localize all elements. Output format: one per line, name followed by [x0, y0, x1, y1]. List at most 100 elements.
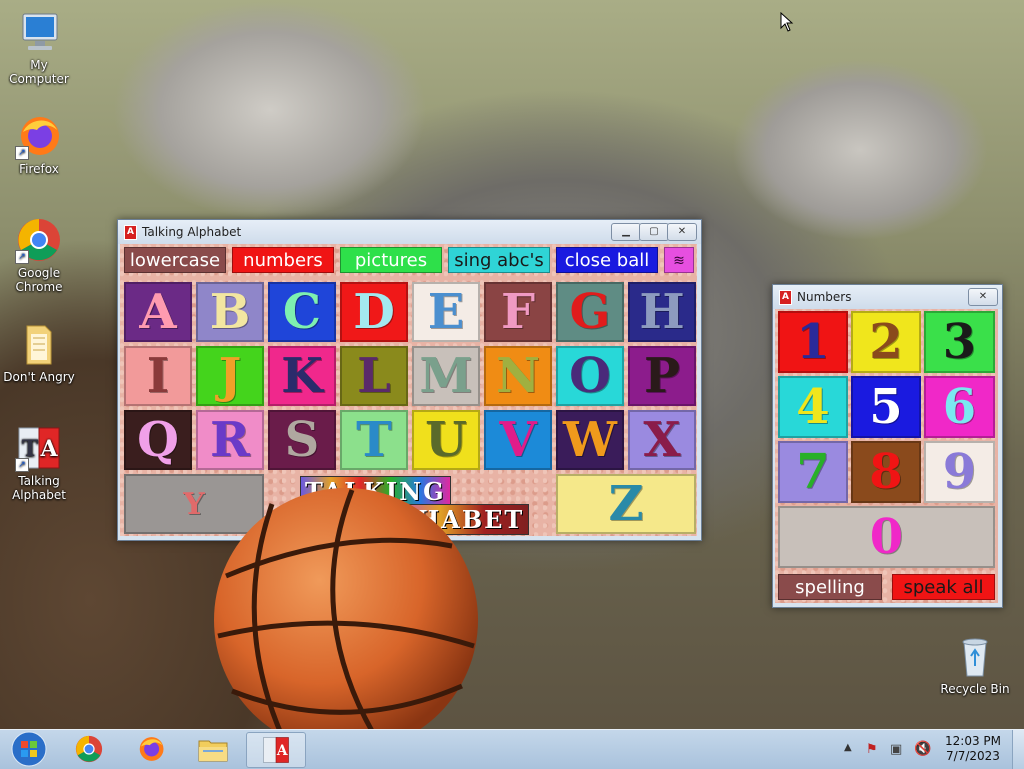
app-icon: A [779, 290, 792, 305]
letter-tile-n[interactable]: N [484, 346, 552, 406]
number-tile-9[interactable]: 9 [924, 441, 995, 503]
speak-all-button[interactable]: speak all [892, 574, 995, 600]
taskbar-firefox[interactable] [122, 732, 180, 766]
clock-time: 12:03 PM [945, 734, 1001, 748]
close-button[interactable]: ✕ [968, 288, 998, 306]
spelling-button[interactable]: spelling [778, 574, 882, 600]
window-titlebar[interactable]: A Numbers ✕ [773, 285, 1002, 309]
desktop-icon-label: Firefox [19, 162, 59, 176]
action-center-icon[interactable]: ⚑ [866, 742, 878, 757]
chrome-icon [75, 735, 103, 763]
number-tile-1[interactable]: 1 [778, 311, 848, 373]
close-ball-button[interactable]: close ball [556, 247, 658, 273]
number-tile-4[interactable]: 4 [778, 376, 848, 438]
letter-tile-v[interactable]: V [484, 410, 552, 470]
numbers-window: A Numbers ✕ 1 2 3 4 5 6 7 8 9 0 spelling… [772, 284, 1003, 608]
talking-alphabet-icon: A [263, 737, 289, 763]
desktop-icon-dont-angry[interactable]: Don't Angry [1, 320, 77, 384]
taskbar-chrome[interactable] [60, 732, 118, 766]
folder-icon [15, 320, 63, 368]
window-title: Numbers [797, 290, 852, 304]
shortcut-arrow-icon: ↗ [15, 250, 29, 264]
letter-tile-q[interactable]: Q [124, 410, 192, 470]
letter-tile-e[interactable]: E [412, 282, 480, 342]
letter-tile-u[interactable]: U [412, 410, 480, 470]
desktop-icon-label: My Computer [9, 58, 69, 86]
numbers-content: 1 2 3 4 5 6 7 8 9 0 spelling speak all [775, 309, 998, 603]
network-icon[interactable]: ▣ [890, 742, 902, 757]
number-tile-7[interactable]: 7 [778, 441, 848, 503]
desktop: My Computer ↗ Firefox ↗ Google Chrome Do… [0, 0, 1024, 768]
firefox-icon: ↗ [15, 112, 63, 160]
lowercase-button[interactable]: lowercase [124, 247, 226, 273]
shortcut-arrow-icon: ↗ [15, 146, 29, 160]
menu-wave-icon[interactable]: ≋ [664, 247, 694, 273]
letter-tile-p[interactable]: P [628, 346, 696, 406]
letter-tile-b[interactable]: B [196, 282, 264, 342]
volume-muted-icon[interactable]: 🔇 [914, 741, 931, 757]
letter-tile-i[interactable]: I [124, 346, 192, 406]
desktop-icon-firefox[interactable]: ↗ Firefox [1, 112, 77, 176]
desktop-icon-label: Google Chrome [15, 266, 63, 294]
letter-tile-o[interactable]: O [556, 346, 624, 406]
desktop-icon-label: Don't Angry [3, 370, 75, 384]
letter-tile-z[interactable]: Z [556, 474, 696, 534]
mouse-cursor-icon [780, 12, 794, 32]
taskbar: A ▲ ⚑ ▣ 🔇 12:03 PM 7/7/2023 [0, 729, 1024, 769]
firefox-icon [139, 737, 164, 761]
number-tile-6[interactable]: 6 [924, 376, 995, 438]
letter-tile-x[interactable]: X [628, 410, 696, 470]
number-tile-0[interactable]: 0 [778, 506, 995, 568]
folder-icon [198, 740, 228, 762]
close-button[interactable]: ✕ [667, 223, 697, 241]
basketball-icon [214, 488, 478, 752]
desktop-icon-label: Recycle Bin [940, 682, 1010, 696]
windows-start-icon [11, 731, 47, 767]
clock[interactable]: 12:03 PM 7/7/2023 [940, 734, 1006, 764]
talking-alphabet-icon: TA ↗ [15, 424, 63, 472]
letter-tile-j[interactable]: J [196, 346, 264, 406]
number-tile-8[interactable]: 8 [851, 441, 921, 503]
window-titlebar[interactable]: A Talking Alphabet ▁ ▢ ✕ [118, 220, 701, 244]
number-tile-2[interactable]: 2 [851, 311, 921, 373]
number-tile-5[interactable]: 5 [851, 376, 921, 438]
basketball[interactable] [212, 486, 480, 754]
letter-tile-r[interactable]: R [196, 410, 264, 470]
numbers-button[interactable]: numbers [232, 247, 334, 273]
desktop-icon-label: Talking Alphabet [12, 474, 66, 502]
svg-text:A: A [276, 743, 288, 759]
taskbar-talking-alphabet[interactable]: A [246, 732, 306, 768]
letter-tile-t[interactable]: T [340, 410, 408, 470]
desktop-icon-recycle-bin[interactable]: Recycle Bin [937, 632, 1013, 696]
show-desktop-button[interactable] [1012, 730, 1024, 769]
letter-tile-s[interactable]: S [268, 410, 336, 470]
letter-tile-f[interactable]: F [484, 282, 552, 342]
letter-tile-w[interactable]: W [556, 410, 624, 470]
svg-text:A: A [39, 436, 58, 462]
desktop-icon-chrome[interactable]: ↗ Google Chrome [1, 216, 77, 294]
maximize-button[interactable]: ▢ [639, 223, 669, 241]
shortcut-arrow-icon: ↗ [15, 458, 29, 472]
taskbar-explorer[interactable] [184, 732, 242, 766]
app-icon: A [124, 225, 137, 240]
letter-tile-a[interactable]: A [124, 282, 192, 342]
computer-icon [15, 8, 63, 56]
recycle-bin-icon [951, 632, 999, 680]
letter-tile-l[interactable]: L [340, 346, 408, 406]
show-hidden-icons-button[interactable]: ▲ [844, 742, 852, 753]
pictures-button[interactable]: pictures [340, 247, 442, 273]
letter-tile-g[interactable]: G [556, 282, 624, 342]
minimize-button[interactable]: ▁ [611, 223, 641, 241]
sing-abcs-button[interactable]: sing abc's [448, 247, 550, 273]
letter-tile-k[interactable]: K [268, 346, 336, 406]
letter-tile-m[interactable]: M [412, 346, 480, 406]
number-tile-3[interactable]: 3 [924, 311, 995, 373]
letter-tile-c[interactable]: C [268, 282, 336, 342]
start-button[interactable] [0, 731, 58, 767]
desktop-icon-my-computer[interactable]: My Computer [1, 8, 77, 86]
clock-date: 7/7/2023 [946, 749, 1000, 763]
chrome-icon: ↗ [15, 216, 63, 264]
desktop-icon-talking-alphabet[interactable]: TA ↗ Talking Alphabet [1, 424, 77, 502]
letter-tile-d[interactable]: D [340, 282, 408, 342]
letter-tile-h[interactable]: H [628, 282, 696, 342]
